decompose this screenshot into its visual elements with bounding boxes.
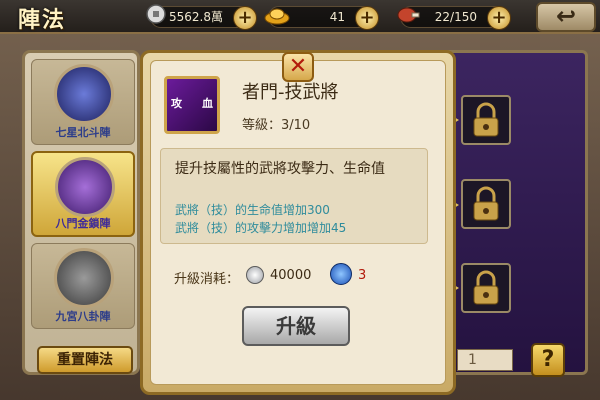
back-arrow-icon: ↩ xyxy=(555,2,577,30)
formation-list: 七星北斗陣 八門金鎖陣 九宮八卦陣 重置陣法 xyxy=(22,50,140,375)
lock-icon[interactable] xyxy=(461,95,511,145)
cost-gems: 3 xyxy=(358,268,367,283)
back-button[interactable]: ↩ xyxy=(536,2,596,32)
gold-resource: 41 + xyxy=(264,6,379,30)
page-title: 陣法 xyxy=(18,7,67,33)
upgrade-button[interactable]: 升級 xyxy=(242,306,350,346)
stamina-resource: 22/150 + xyxy=(397,6,511,30)
skill-description-box: 提升技屬性的武將攻擊力、生命值 武將（技）的生命值增加300 武將（技）的攻擊力… xyxy=(160,148,428,244)
bonus-line: 武將（技）的生命值增加300 xyxy=(175,203,330,217)
gold-ingot-icon xyxy=(263,3,291,33)
gold-amount: 41 xyxy=(329,10,345,24)
silver-coin-icon xyxy=(246,266,264,284)
count-field: 1 xyxy=(457,349,513,371)
dragon-orb-icon xyxy=(55,157,115,217)
reset-formation-button[interactable]: 重置陣法 xyxy=(37,346,133,374)
add-silver-button[interactable]: + xyxy=(233,6,257,30)
silver-amount: 5562.8萬 xyxy=(169,10,223,24)
top-bar: 陣法 5562.8萬 + 41 + 22/150 + ↩ xyxy=(0,0,600,34)
skill-description: 提升技屬性的武將攻擊力、生命值 xyxy=(175,161,385,177)
cost-coins: 40000 xyxy=(270,268,312,283)
star-orb-icon xyxy=(54,64,114,124)
bonus-line: 武將（技）的攻擊力增加增加45 xyxy=(175,221,347,235)
skill-portrait-icon: 攻 血 xyxy=(164,76,220,134)
bagua-orb-icon xyxy=(54,248,114,308)
lock-icon[interactable] xyxy=(461,179,511,229)
meat-stamina-icon xyxy=(395,3,421,33)
stamina-amount: 22/150 xyxy=(434,10,477,24)
add-stamina-button[interactable]: + xyxy=(487,6,511,30)
cost-label: 升級消耗： xyxy=(174,272,240,287)
lock-icon[interactable] xyxy=(461,263,511,313)
add-gold-button[interactable]: + xyxy=(355,6,379,30)
silver-coin-icon xyxy=(145,3,167,31)
formation-item-qixing[interactable]: 七星北斗陣 xyxy=(31,59,135,145)
formation-item-jiugong[interactable]: 九宮八卦陣 xyxy=(31,243,135,329)
skill-level: 等級：3/10 xyxy=(242,118,311,133)
skill-name: 者門-技武將 xyxy=(242,82,339,103)
formation-item-bamen[interactable]: 八門金鎖陣 xyxy=(31,151,135,237)
blue-gem-icon xyxy=(330,263,352,285)
help-button[interactable]: ? xyxy=(531,343,565,377)
silver-resource: 5562.8萬 + xyxy=(146,4,257,30)
